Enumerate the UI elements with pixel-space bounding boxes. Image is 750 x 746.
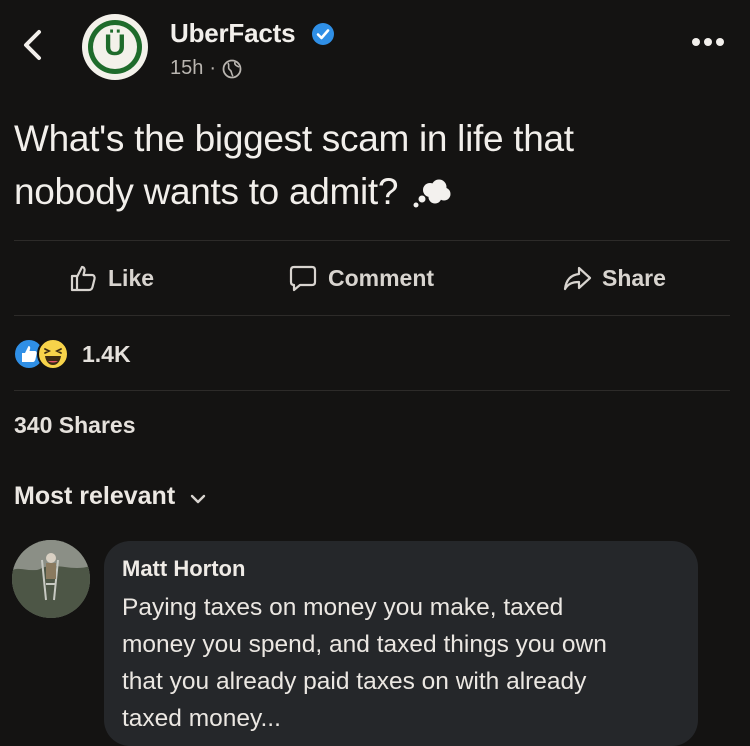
commenter-avatar[interactable] <box>12 540 90 618</box>
comments-sort-dropdown[interactable]: Most relevant <box>14 482 207 511</box>
post-meta: 15h · <box>170 57 242 80</box>
post-timestamp[interactable]: 15h <box>170 57 203 80</box>
chevron-down-icon <box>190 494 206 503</box>
comment-button[interactable]: Comment <box>288 255 434 301</box>
share-arrow-icon <box>563 266 592 291</box>
post-text-line: nobody wants to admit? <box>14 171 399 212</box>
thumbs-up-icon <box>70 265 96 292</box>
divider <box>14 390 730 391</box>
like-button[interactable]: Like <box>68 255 154 301</box>
globe-icon <box>222 59 242 78</box>
avatar-photo-icon <box>12 540 90 618</box>
share-button[interactable]: Share <box>562 255 666 301</box>
comment-text: Paying taxes on money you make, taxed mo… <box>122 589 692 737</box>
comment-text-line: money you spend, and taxed things you ow… <box>122 631 607 658</box>
like-label: Like <box>108 264 155 291</box>
comment-text-line: Paying taxes on money you make, taxed <box>122 594 564 621</box>
comment-text-line: that you already paid taxes on with alre… <box>122 668 587 695</box>
sort-label: Most relevant <box>14 482 176 510</box>
comment-author-link[interactable]: Matt Horton <box>122 556 245 582</box>
more-options-icon[interactable] <box>690 36 726 48</box>
reaction-count: 1.4K <box>82 340 131 367</box>
page-avatar[interactable]: Ü <box>82 14 148 80</box>
comment-bubble-icon <box>289 265 317 292</box>
back-chevron-icon[interactable] <box>18 28 48 62</box>
thought-balloon-icon <box>413 179 451 208</box>
comment-label: Comment <box>328 264 435 291</box>
shares-count[interactable]: 340 Shares <box>14 412 135 439</box>
share-label: Share <box>602 264 666 291</box>
meta-separator: · <box>209 57 217 79</box>
comment-text-line: taxed money... <box>122 705 281 732</box>
post-text-line: What's the biggest scam in life that <box>14 118 574 159</box>
verified-badge-icon <box>312 23 334 45</box>
page-name-link[interactable]: UberFacts <box>170 18 296 49</box>
haha-reaction-icon <box>37 338 69 370</box>
divider <box>14 240 730 241</box>
reactions-summary[interactable]: 1.4K <box>12 334 131 374</box>
post-text: What's the biggest scam in life that nob… <box>14 112 714 218</box>
avatar-logo-letter: Ü <box>104 29 126 62</box>
divider <box>14 315 730 316</box>
